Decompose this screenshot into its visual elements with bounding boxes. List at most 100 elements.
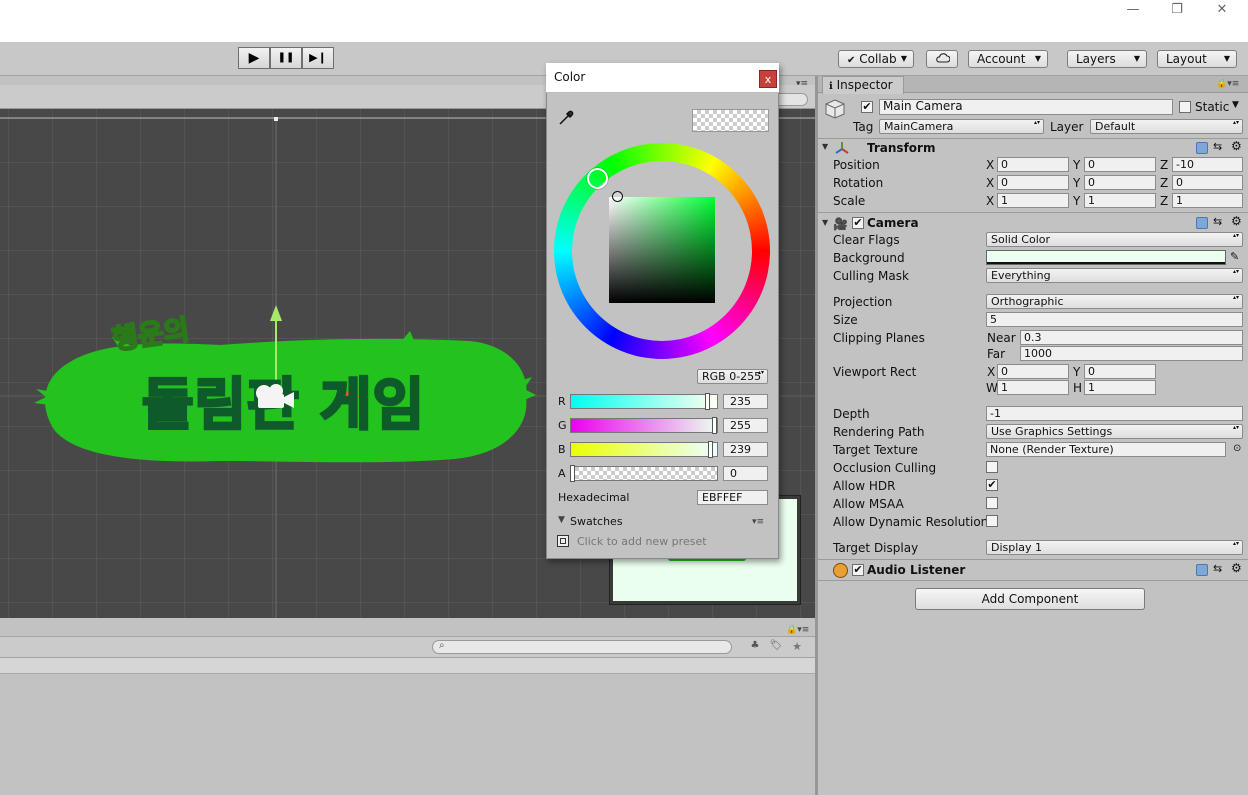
help-book-icon[interactable] [1196,142,1208,154]
account-label: Account [977,52,1026,66]
rotation-x-field[interactable]: 0 [997,175,1069,190]
scale-z-field[interactable]: 1 [1172,193,1243,208]
channel-a-value[interactable]: 0 [723,466,768,481]
object-picker-icon[interactable]: ⊙ [1233,443,1241,454]
near-field[interactable]: 0.3 [1020,330,1243,345]
color-mode-dropdown[interactable]: RGB 0-255 [697,369,768,384]
depth-field[interactable]: -1 [986,406,1243,421]
viewport-h-field[interactable]: 1 [1084,380,1156,395]
target-display-dropdown[interactable]: Display 1 [986,540,1243,555]
saturation-value-square[interactable] [609,197,715,303]
target-texture-field[interactable]: None (Render Texture) [986,442,1226,457]
static-checkbox[interactable] [1179,101,1191,113]
layers-dropdown[interactable]: Layers ▼ [1067,50,1147,68]
allow-hdr-checkbox[interactable]: ✔ [986,479,998,491]
transform-foldout-icon[interactable]: ▼ [822,142,828,151]
settings-gear-icon[interactable]: ⚙ [1231,214,1242,228]
tag-dropdown[interactable]: MainCamera [879,119,1044,134]
inspector-lock-menu-icon[interactable]: 🔒▾≡ [1216,79,1239,89]
channel-a-slider[interactable] [570,466,718,481]
close-window-icon[interactable]: ✕ [1211,2,1233,18]
rendering-path-dropdown[interactable]: Use Graphics Settings [986,424,1243,439]
far-field[interactable]: 1000 [1020,346,1243,361]
background-eyedropper-icon[interactable]: ✎ [1230,250,1239,263]
maximize-icon[interactable]: ❐ [1166,2,1188,18]
minimize-icon[interactable]: — [1122,2,1144,18]
static-dropdown-arrow-icon[interactable]: ▼ [1232,100,1239,110]
favorite-star-icon[interactable]: ★ [788,640,806,654]
swatches-label[interactable]: Swatches [570,515,623,528]
channel-b-handle[interactable] [708,441,713,458]
background-color-field[interactable] [986,250,1226,265]
play-button[interactable]: ▶ [238,47,270,69]
axis-h-label: H [1073,381,1083,395]
object-name-input[interactable]: Main Camera [879,99,1173,115]
preset-sliders-icon[interactable]: ⇆ [1213,215,1222,228]
channel-g-handle[interactable] [712,417,717,434]
culling-mask-dropdown[interactable]: Everything [986,268,1243,283]
rotation-y-field[interactable]: 0 [1084,175,1156,190]
eyedropper-icon[interactable] [556,108,576,128]
channel-b-slider[interactable] [570,442,718,457]
position-x-field[interactable]: 0 [997,157,1069,172]
scale-x-field[interactable]: 1 [997,193,1069,208]
position-z-field[interactable]: -10 [1172,157,1243,172]
occlusion-culling-checkbox[interactable] [986,461,998,473]
allow-dynamic-resolution-checkbox[interactable] [986,515,998,527]
cloud-button[interactable] [926,50,958,68]
channel-r-value[interactable]: 235 [723,394,768,409]
layer-dropdown[interactable]: Default [1090,119,1243,134]
tab-inspector[interactable]: ℹ Inspector [822,76,904,94]
viewport-y-field[interactable]: 0 [1084,364,1156,379]
projection-dropdown[interactable]: Orthographic [986,294,1243,309]
help-book-icon[interactable] [1196,217,1208,229]
filter-label-icon[interactable]: 🏷 [767,640,785,654]
sv-selector[interactable] [612,191,623,202]
channel-a-handle[interactable] [570,465,575,482]
camera-gizmo-icon[interactable] [252,382,296,412]
projection-label: Projection [833,295,893,309]
step-button[interactable]: ▶❙ [302,47,334,69]
channel-b-value[interactable]: 239 [723,442,768,457]
audio-listener-checkbox[interactable]: ✔ [852,564,864,576]
dropdown-arrow-icon: ▼ [900,54,907,63]
channel-r-handle[interactable] [705,393,710,410]
settings-gear-icon[interactable]: ⚙ [1231,561,1242,575]
project-search-input[interactable]: ⌕ [432,640,732,654]
add-preset-icon[interactable] [557,535,569,547]
frame-handle[interactable] [274,117,278,121]
axis-y-label: Y [1073,365,1081,379]
hex-input[interactable]: EBFFEF [697,490,768,505]
layout-dropdown[interactable]: Layout ▼ [1157,50,1237,68]
camera-enabled-checkbox[interactable]: ✔ [852,217,864,229]
add-component-button[interactable]: Add Component [915,588,1145,610]
account-dropdown[interactable]: Account ▼ [968,50,1048,68]
viewport-x-field[interactable]: 0 [997,364,1069,379]
collab-button[interactable]: ✔ Collab ▼ [838,50,914,68]
move-gizmo-y-arrow[interactable] [270,305,282,321]
pause-button[interactable]: ❚❚ [270,47,302,69]
camera-foldout-icon[interactable]: ▼ [822,218,828,227]
preset-sliders-icon[interactable]: ⇆ [1213,562,1222,575]
size-field[interactable]: 5 [986,312,1243,327]
add-preset-hint[interactable]: Click to add new preset [577,535,707,548]
swatches-foldout-icon[interactable]: ▼ [558,515,565,525]
channel-g-value[interactable]: 255 [723,418,768,433]
allow-msaa-checkbox[interactable] [986,497,998,509]
panel-lock-menu-icon[interactable]: 🔒▾≡ [786,625,809,635]
preset-sliders-icon[interactable]: ⇆ [1213,140,1222,153]
help-book-icon[interactable] [1196,564,1208,576]
scale-y-field[interactable]: 1 [1084,193,1156,208]
hue-selector[interactable] [587,168,608,189]
rotation-z-field[interactable]: 0 [1172,175,1243,190]
viewport-w-field[interactable]: 1 [997,380,1069,395]
channel-r-slider[interactable] [570,394,718,409]
settings-gear-icon[interactable]: ⚙ [1231,139,1242,153]
clear-flags-dropdown[interactable]: Solid Color [986,232,1243,247]
channel-g-slider[interactable] [570,418,718,433]
filter-type-icon[interactable]: ♣ [746,640,764,654]
color-picker-close-button[interactable]: x [759,70,777,88]
position-y-field[interactable]: 0 [1084,157,1156,172]
active-checkbox[interactable]: ✔ [861,101,873,113]
swatches-menu-icon[interactable]: ▾≡ [752,517,764,527]
